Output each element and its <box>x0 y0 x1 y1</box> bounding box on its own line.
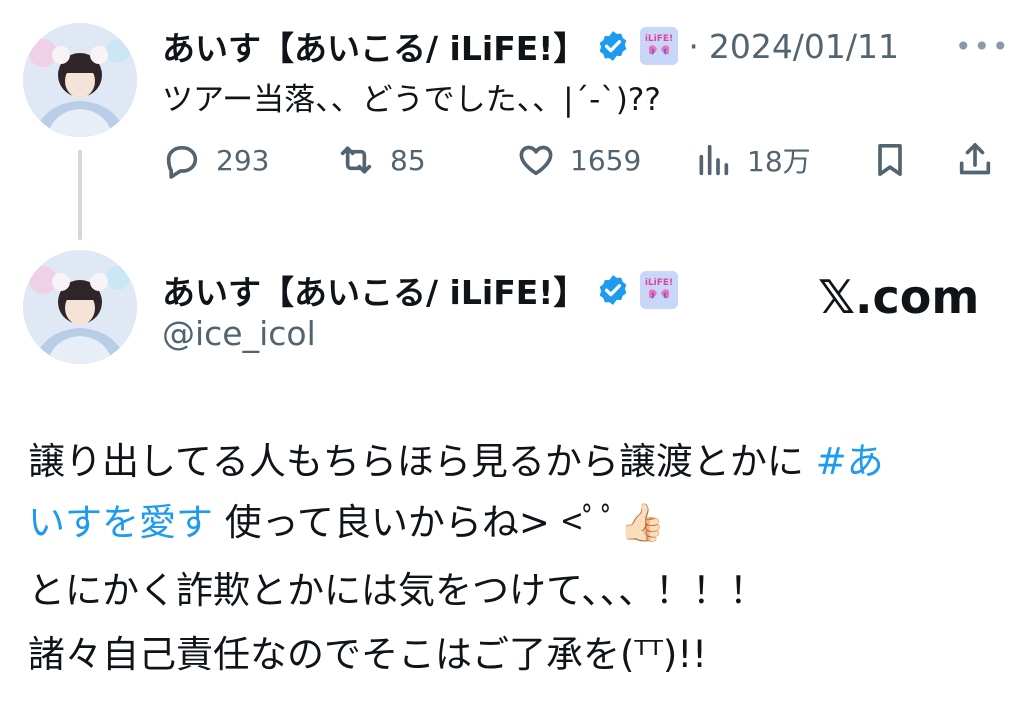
more-options-icon[interactable]: ••• <box>955 30 1011 63</box>
display-name[interactable]: あいす【あいこる/ iLiFE!】 <box>162 266 586 314</box>
separator-dot: · <box>688 26 699 66</box>
tweet2-header: あいす【あいこる/ iLiFE!】 iLiFE! <box>162 266 679 314</box>
share-icon <box>959 143 991 175</box>
views-icon <box>699 144 729 176</box>
thumbs-up-emoji: 👍🏻 <box>619 501 666 544</box>
retweet-button[interactable]: 85 <box>336 140 426 180</box>
site-watermark: 𝕏.com <box>818 270 980 324</box>
heart-icon <box>519 145 553 176</box>
tweet-body-line-4: 諸々自己責任なのでそこはご了承を(ᵀᵀ)!! <box>28 633 708 676</box>
like-count: 1659 <box>570 143 642 177</box>
retweet-icon <box>340 146 372 174</box>
reply-count: 293 <box>216 143 270 177</box>
verified-badge-icon <box>600 31 627 61</box>
thread-connector-line <box>78 150 82 240</box>
bookmark-icon <box>878 144 902 177</box>
like-button[interactable]: 1659 <box>516 140 641 180</box>
affiliation-badge-icon[interactable]: iLiFE! <box>640 271 679 309</box>
body-text: 譲り出してる人もちらほら見るから譲渡とかに <box>28 440 816 483</box>
user-handle[interactable]: @ice_icol <box>162 314 316 353</box>
retweet-count: 85 <box>390 143 426 177</box>
bookmark-button[interactable] <box>870 140 910 180</box>
body-text: 使って良いからね> <ﾟﾟ <box>213 501 620 544</box>
verified-badge-icon <box>600 275 627 305</box>
views-button[interactable]: 18万 <box>693 140 811 180</box>
hashtag-link[interactable]: いすを愛す <box>28 501 213 544</box>
affiliation-badge-icon[interactable]: iLiFE! <box>640 27 679 65</box>
reply-button[interactable]: 293 <box>162 140 269 180</box>
tweet-body-line-1: 譲り出してる人もちらほら見るから譲渡とかに #あ <box>28 443 884 480</box>
svg-text:iLiFE!: iLiFE! <box>645 278 673 288</box>
display-name[interactable]: あいす【あいこる/ iLiFE!】 <box>162 22 586 70</box>
avatar-image <box>23 23 137 137</box>
tweet-date[interactable]: 2024/01/11 <box>709 27 899 66</box>
tweet-body-line-3: とにかく詐欺とかには気をつけて、、、！！！ <box>28 569 767 612</box>
avatar[interactable] <box>23 23 137 137</box>
views-count: 18万 <box>747 145 811 178</box>
tweet-body-line-2: いすを愛す 使って良いからね> <ﾟﾟ👍🏻 <box>28 504 665 541</box>
reply-icon <box>166 146 198 179</box>
tweet1-header: あいす【あいこる/ iLiFE!】 iLiFE! · 2024/01/11 <box>162 22 899 70</box>
hashtag-link[interactable]: #あ <box>816 440 884 483</box>
share-button[interactable] <box>955 140 995 180</box>
avatar-image <box>23 250 137 364</box>
svg-text:iLiFE!: iLiFE! <box>645 34 673 44</box>
avatar[interactable] <box>23 250 137 364</box>
tweet-text: ツアー当落、、どうでした、、|´-`)?? <box>162 82 661 118</box>
